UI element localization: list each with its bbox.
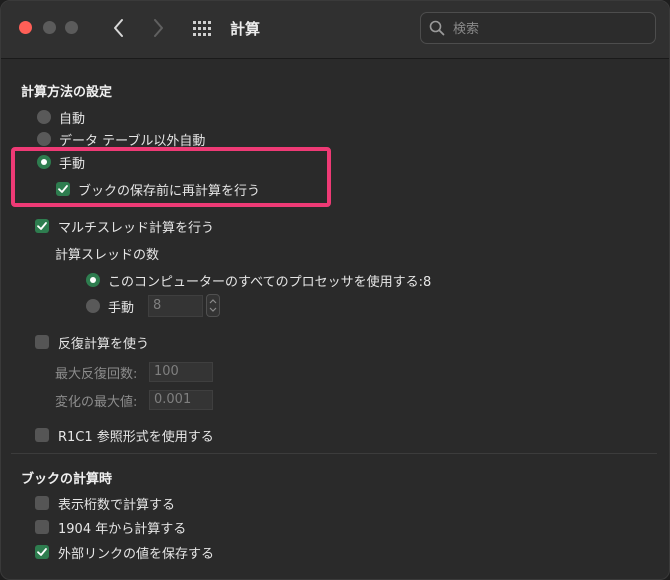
radio-threads-all[interactable] <box>86 273 100 287</box>
highlight-annotation <box>11 147 331 207</box>
radio-auto[interactable] <box>37 110 51 124</box>
precision-as-displayed-label[interactable]: 表示桁数で計算する <box>58 494 175 513</box>
iterative-label[interactable]: 反復計算を使う <box>58 333 149 352</box>
max-change-label: 変化の最大値: <box>55 395 138 410</box>
max-change-input[interactable]: 0.001 <box>149 390 213 410</box>
max-iterations-label: 最大反復回数: <box>55 367 138 382</box>
search-icon <box>429 20 445 36</box>
chevron-right-icon <box>154 19 163 37</box>
zoom-window-button[interactable] <box>65 21 78 34</box>
window-title: 計算 <box>230 20 261 38</box>
show-all-grid-button[interactable] <box>191 18 213 40</box>
threads-heading: 計算スレッドの数 <box>55 248 160 263</box>
checkmark-icon <box>37 222 47 230</box>
save-external-links-checkbox[interactable] <box>35 545 49 559</box>
workbook-calc-heading: ブックの計算時 <box>21 472 113 487</box>
forward-button[interactable] <box>145 15 171 41</box>
save-external-links-label[interactable]: 外部リンクの値を保存する <box>58 543 214 562</box>
date-1904-checkbox[interactable] <box>35 520 49 534</box>
r1c1-checkbox[interactable] <box>35 428 49 442</box>
calc-settings-heading: 計算方法の設定 <box>21 85 113 100</box>
checkmark-icon <box>37 548 47 556</box>
multithread-label[interactable]: マルチスレッド計算を行う <box>58 217 214 236</box>
preferences-window: 計算 計算方法の設定 自動 データ テーブル以外自動 手動 ブックの保存前に再計… <box>0 0 670 580</box>
radio-auto-except-tables[interactable] <box>37 132 51 146</box>
date-1904-label[interactable]: 1904 年から計算する <box>58 518 186 537</box>
search-input[interactable] <box>451 18 651 40</box>
section-divider <box>11 453 657 454</box>
multithread-checkbox[interactable] <box>35 219 49 233</box>
grid-icon <box>193 21 211 36</box>
iterative-checkbox[interactable] <box>35 335 49 349</box>
chevron-left-icon <box>114 19 123 37</box>
radio-auto-label[interactable]: 自動 <box>59 108 85 127</box>
back-button[interactable] <box>106 15 132 41</box>
r1c1-label[interactable]: R1C1 参照形式を使用する <box>58 426 214 445</box>
title-bar: 計算 <box>1 1 669 59</box>
close-window-button[interactable] <box>19 21 32 34</box>
minimize-window-button[interactable] <box>43 21 56 34</box>
radio-threads-manual-label[interactable]: 手動 <box>108 297 134 316</box>
precision-as-displayed-checkbox[interactable] <box>35 496 49 510</box>
search-box[interactable] <box>420 12 656 44</box>
max-iterations-input[interactable]: 100 <box>149 362 213 382</box>
threads-stepper[interactable] <box>206 294 220 317</box>
radio-threads-manual[interactable] <box>86 299 100 313</box>
threads-count-input[interactable]: 8 <box>148 295 203 317</box>
stepper-arrows-icon <box>209 299 217 312</box>
radio-threads-all-label[interactable]: このコンピューターのすべてのプロセッサを使用する:8 <box>108 271 431 290</box>
